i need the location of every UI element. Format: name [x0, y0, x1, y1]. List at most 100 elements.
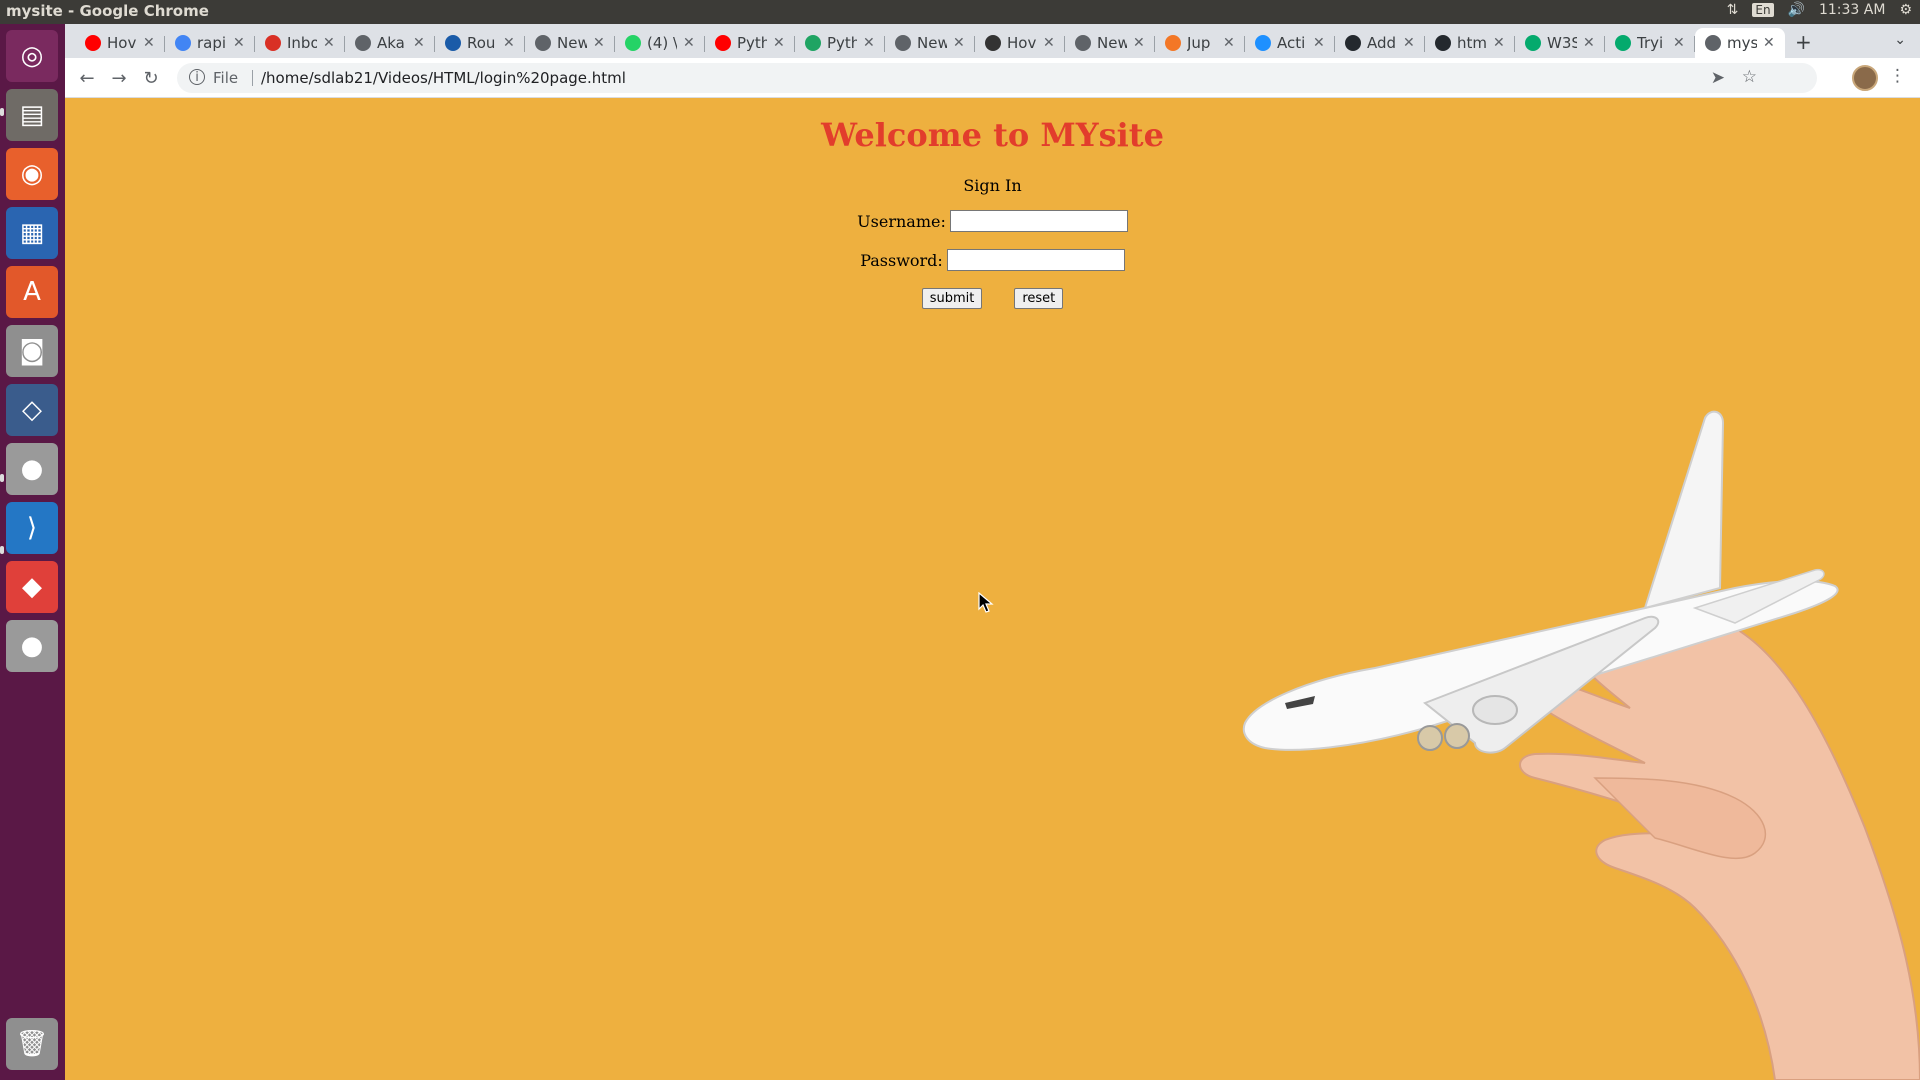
url-text[interactable]: /home/sdlab21/Videos/HTML/login%20page.h… — [261, 69, 626, 87]
files-icon[interactable]: ▤ — [6, 89, 58, 141]
whatsapp-icon — [625, 35, 641, 51]
tab-close-icon[interactable]: ✕ — [863, 35, 875, 51]
site-icon — [445, 35, 461, 51]
browser-tab[interactable]: Rou ✕ — [435, 28, 525, 58]
browser-toolbar: ← → ↻ i File /home/sdlab21/Videos/HTML/l… — [65, 58, 1920, 98]
profile-avatar[interactable] — [1852, 65, 1878, 91]
browser-tab[interactable]: htm ✕ — [1425, 28, 1515, 58]
browser-tab[interactable]: New ✕ — [525, 28, 615, 58]
browser-tab[interactable]: Tryi ✕ — [1605, 28, 1695, 58]
virtualbox-icon[interactable]: ◇ — [6, 384, 58, 436]
back-arrow-icon[interactable]: ← — [75, 66, 99, 90]
reset-button[interactable]: reset — [1014, 288, 1064, 309]
libreoffice-writer-icon[interactable]: ▦ — [6, 207, 58, 259]
tab-close-icon[interactable]: ✕ — [773, 35, 785, 51]
tab-label: Aka — [377, 34, 405, 52]
w3schools-icon — [1615, 35, 1631, 51]
ubuntu-dash-icon[interactable]: ◎ — [6, 30, 58, 82]
tab-label: mys — [1727, 34, 1757, 52]
keyboard-layout-indicator[interactable]: En — [1752, 3, 1774, 17]
form-buttons-row: submit reset — [65, 288, 1920, 309]
tab-close-icon[interactable]: ✕ — [233, 35, 245, 51]
omnibox-divider — [252, 70, 253, 86]
browser-tab[interactable]: Inbo ✕ — [255, 28, 345, 58]
airplane-tail — [1643, 410, 1725, 610]
tab-close-icon[interactable]: ✕ — [683, 35, 695, 51]
launcher-running-indicator — [0, 546, 4, 554]
tab-close-icon[interactable]: ✕ — [1763, 35, 1775, 51]
username-input[interactable] — [949, 210, 1128, 232]
network-icon[interactable]: ⇅ — [1727, 2, 1739, 18]
browser-tab[interactable]: Hov ✕ — [75, 28, 165, 58]
browser-tab[interactable]: W3S ✕ — [1515, 28, 1605, 58]
password-input[interactable] — [946, 249, 1125, 271]
browser-tab[interactable]: Pyth ✕ — [705, 28, 795, 58]
browser-tab[interactable]: (4) \ ✕ — [615, 28, 705, 58]
browser-tab[interactable]: Acti ✕ — [1245, 28, 1335, 58]
tab-label: rapi — [197, 34, 227, 52]
web-page: Welcome to MYsite Sign In Username: Pass… — [65, 98, 1920, 1080]
password-row: Password: — [65, 249, 1920, 271]
tab-close-icon[interactable]: ✕ — [593, 35, 605, 51]
browser-tab[interactable]: Add ✕ — [1335, 28, 1425, 58]
tab-label: Inbo — [287, 34, 317, 52]
trash-icon[interactable]: 🗑 — [6, 1018, 58, 1070]
firefox-icon[interactable]: ◉ — [6, 148, 58, 200]
screenshot-icon[interactable]: ◙ — [6, 325, 58, 377]
new-tab-button[interactable]: + — [1795, 30, 1812, 54]
tab-close-icon[interactable]: ✕ — [1313, 35, 1325, 51]
tab-close-icon[interactable]: ✕ — [413, 35, 425, 51]
chrome-menu-icon[interactable]: ⋮ — [1889, 66, 1906, 86]
software-center-icon[interactable]: A — [6, 266, 58, 318]
tab-close-icon[interactable]: ✕ — [1493, 35, 1505, 51]
tab-label: New — [557, 34, 587, 52]
tab-close-icon[interactable]: ✕ — [1673, 35, 1685, 51]
volume-icon[interactable]: 🔊 — [1788, 2, 1805, 18]
password-label: Password: — [860, 250, 943, 270]
tab-close-icon[interactable]: ✕ — [503, 35, 515, 51]
globe-icon — [355, 35, 371, 51]
chrome-icon-2[interactable]: ● — [6, 620, 58, 672]
tab-label: Tryi — [1637, 34, 1664, 52]
tab-close-icon[interactable]: ✕ — [323, 35, 335, 51]
tab-close-icon[interactable]: ✕ — [1043, 35, 1055, 51]
vscode-icon[interactable]: ⟩ — [6, 502, 58, 554]
browser-tab[interactable]: New ✕ — [885, 28, 975, 58]
submit-button[interactable]: submit — [921, 288, 983, 309]
youtube-icon — [715, 35, 731, 51]
tab-close-icon[interactable]: ✕ — [1223, 35, 1235, 51]
git-icon[interactable]: ◆ — [6, 561, 58, 613]
github-icon — [1345, 35, 1361, 51]
site-info-icon[interactable]: i — [189, 69, 205, 85]
browser-tab[interactable]: Aka ✕ — [345, 28, 435, 58]
launcher-running-indicator — [0, 474, 4, 482]
tab-close-icon[interactable]: ✕ — [1583, 35, 1595, 51]
address-bar[interactable]: i File /home/sdlab21/Videos/HTML/login%2… — [177, 63, 1817, 93]
tab-label: Hov — [107, 34, 137, 52]
bookmark-star-icon[interactable]: ☆ — [1742, 67, 1757, 87]
browser-tab[interactable]: New ✕ — [1065, 28, 1155, 58]
youtube-icon — [85, 35, 101, 51]
browser-tab[interactable]: Pyth ✕ — [795, 28, 885, 58]
os-top-panel: mysite - Google Chrome ⇅ En 🔊 11:33 AM ⚙ — [0, 0, 1920, 24]
tab-close-icon[interactable]: ✕ — [1403, 35, 1415, 51]
page-heading: Welcome to MYsite — [821, 116, 1164, 154]
tab-search-chevron-icon[interactable]: ⌄ — [1894, 32, 1906, 48]
chrome-icon[interactable]: ● — [6, 443, 58, 495]
tab-close-icon[interactable]: ✕ — [953, 35, 965, 51]
send-to-device-icon[interactable]: ➤ — [1711, 68, 1725, 88]
tab-close-icon[interactable]: ✕ — [143, 35, 155, 51]
browser-tab[interactable]: Jup ✕ — [1155, 28, 1245, 58]
forward-arrow-icon[interactable]: → — [107, 66, 131, 90]
window-title: mysite - Google Chrome — [6, 2, 209, 20]
browser-tab[interactable]: rapi ✕ — [165, 28, 255, 58]
username-row: Username: — [65, 210, 1920, 232]
tab-label: Acti — [1277, 34, 1306, 52]
browser-tab[interactable]: mys ✕ — [1695, 28, 1785, 58]
browser-tab[interactable]: Hov ✕ — [975, 28, 1065, 58]
reload-icon[interactable]: ↻ — [139, 66, 163, 90]
clock[interactable]: 11:33 AM — [1819, 2, 1885, 18]
google-icon — [175, 35, 191, 51]
tab-close-icon[interactable]: ✕ — [1133, 35, 1145, 51]
settings-gear-icon[interactable]: ⚙ — [1899, 2, 1912, 18]
